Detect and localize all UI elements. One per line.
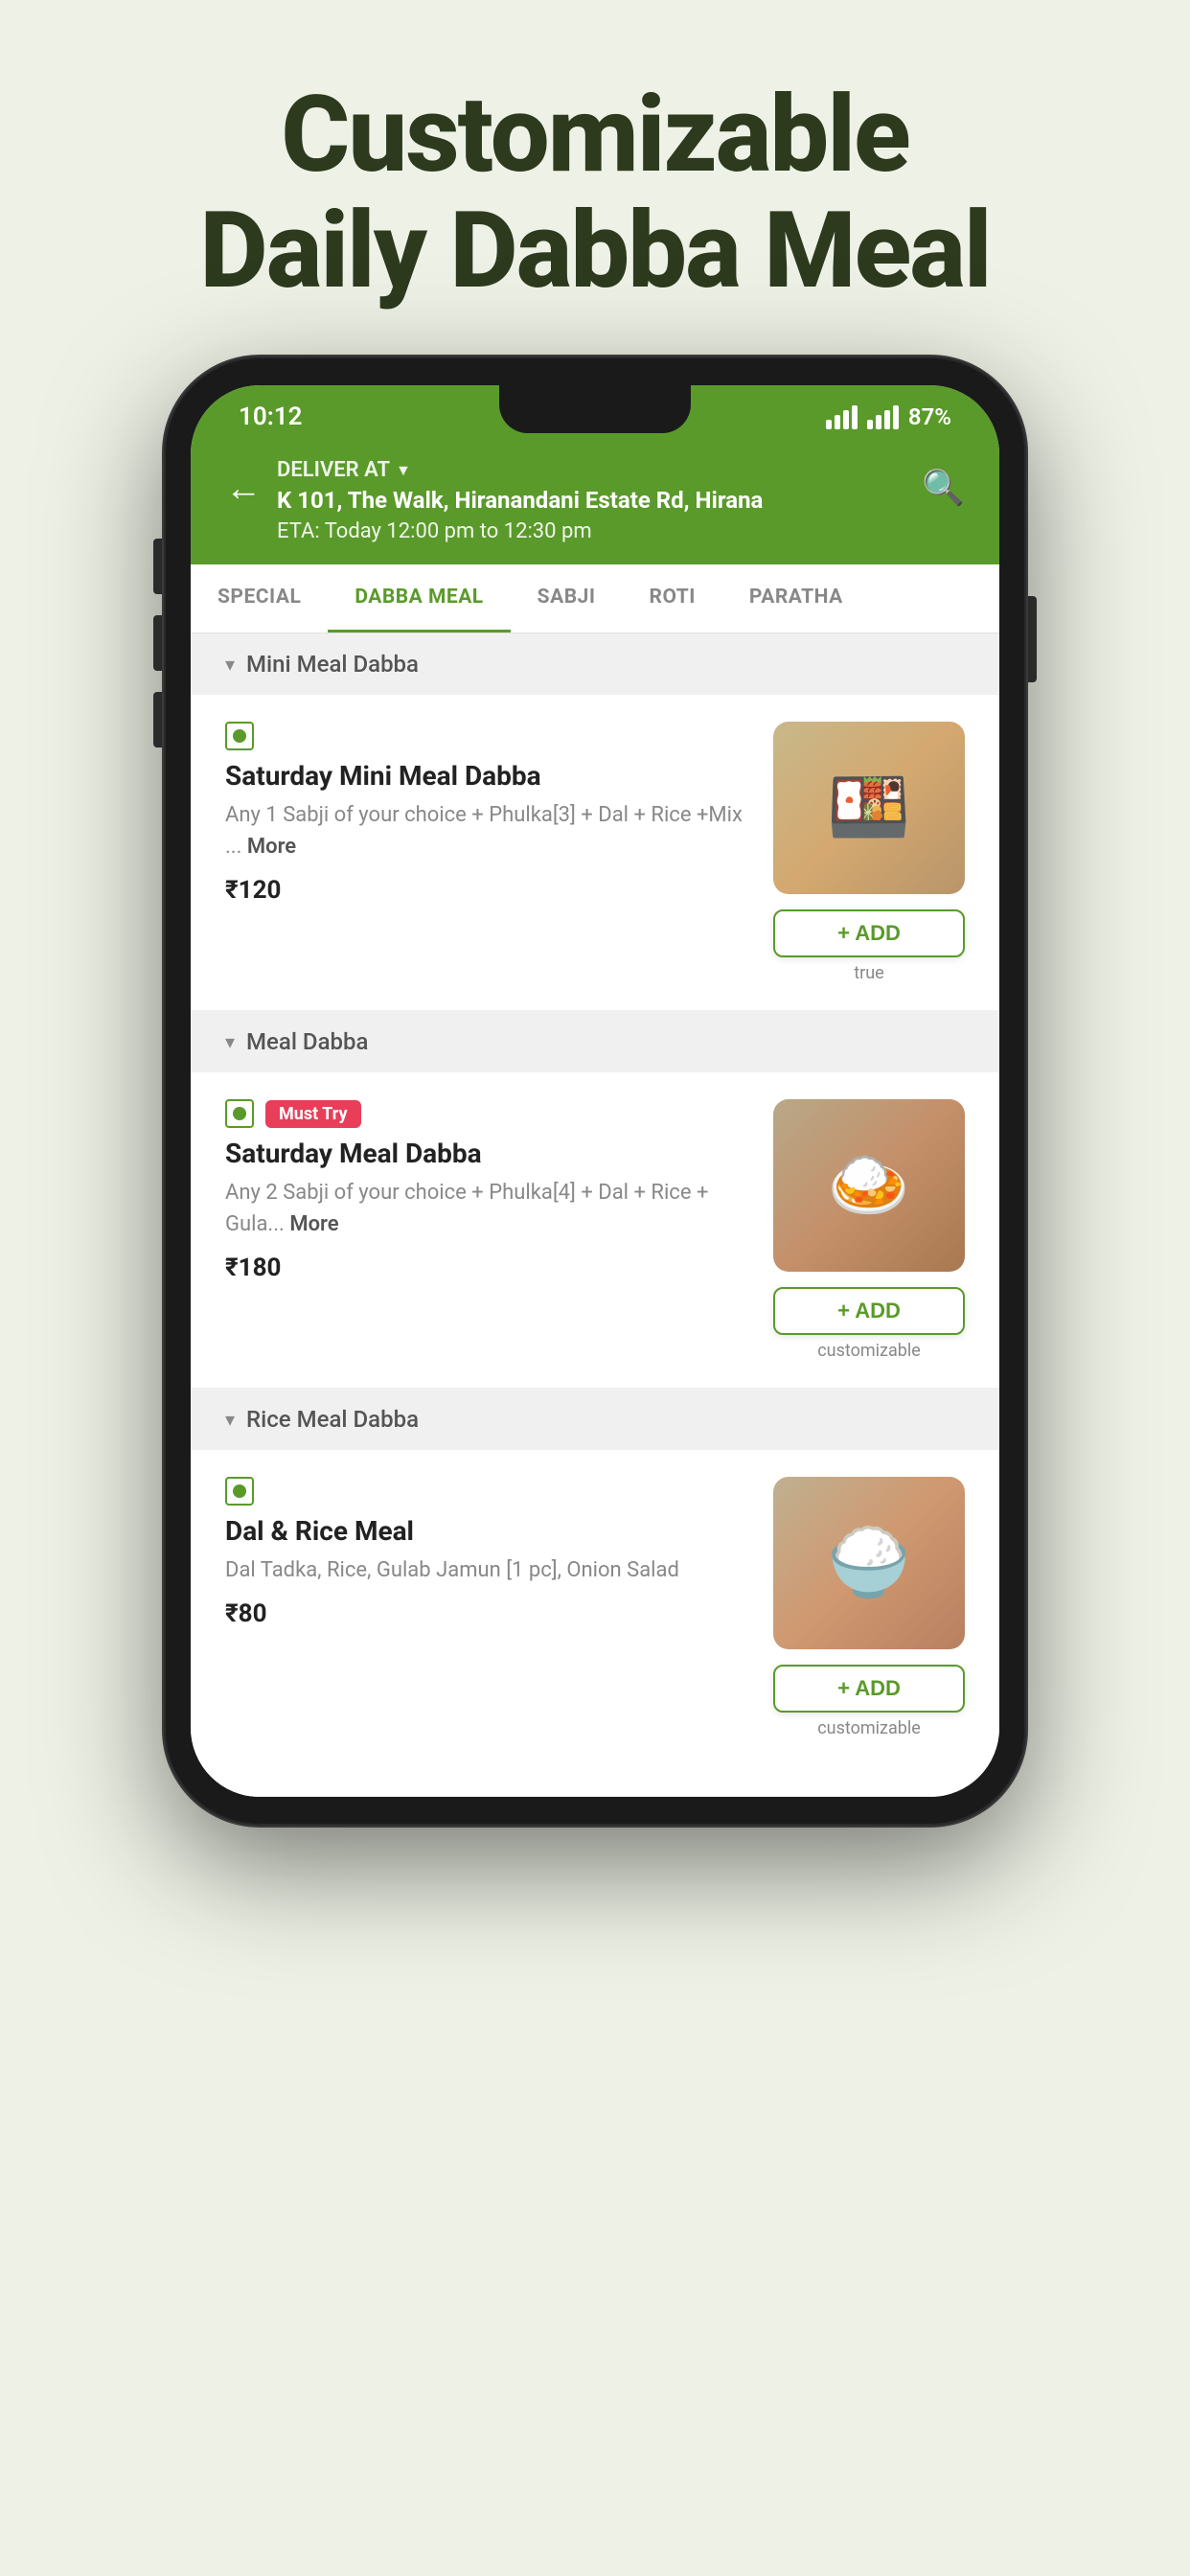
customizable-label-1: true	[773, 963, 965, 983]
dropdown-arrow-icon: ▼	[396, 461, 411, 480]
section-header-rice: ▾ Rice Meal Dabba	[191, 1389, 999, 1450]
tab-paratha[interactable]: PARATHA	[722, 564, 870, 632]
chevron-down-icon: ▾	[225, 653, 235, 676]
section-rice-meal: ▾ Rice Meal Dabba Dal & Rice Meal Dal Ta…	[191, 1389, 999, 1797]
phone-screen: 10:12 87%	[191, 385, 999, 1797]
item-details-1: Saturday Mini Meal Dabba Any 1 Sabji of …	[225, 722, 754, 983]
status-time: 10:12	[239, 402, 303, 431]
veg-indicator-2	[225, 1099, 254, 1128]
deliver-at-label: DELIVER AT ▼	[277, 458, 906, 482]
hero-title: Customizable Daily Dabba Meal	[57, 77, 1133, 309]
item-price-3: ₹80	[225, 1599, 754, 1628]
tab-bar: SPECIAL DABBA MEAL SABJI ROTI PARATHA	[191, 564, 999, 633]
item-details-2: Must Try Saturday Meal Dabba Any 2 Sabji…	[225, 1099, 754, 1361]
notch	[499, 385, 691, 433]
section-header-meal: ▾ Meal Dabba	[191, 1011, 999, 1072]
item-image-1: 🍱	[773, 722, 965, 894]
item-name-1: Saturday Mini Meal Dabba	[225, 760, 754, 792]
item-image-wrap-3: 🍚 + ADD customizable	[773, 1477, 965, 1738]
item-image-3: 🍚	[773, 1477, 965, 1649]
item-image-wrap-2: 🍛 + ADD customizable	[773, 1099, 965, 1361]
app-header: ← DELIVER AT ▼ K 101, The Walk, Hiranand…	[191, 443, 999, 564]
customizable-label-3: customizable	[773, 1718, 965, 1738]
section-title-meal: Meal Dabba	[246, 1028, 368, 1055]
menu-item-dal-rice: Dal & Rice Meal Dal Tadka, Rice, Gulab J…	[191, 1450, 999, 1797]
must-try-badge: Must Try	[265, 1100, 361, 1128]
menu-item-saturday-mini: Saturday Mini Meal Dabba Any 1 Sabji of …	[191, 695, 999, 1011]
item-price-1: ₹120	[225, 876, 754, 905]
item-price-2: ₹180	[225, 1254, 754, 1282]
item-name-2: Saturday Meal Dabba	[225, 1138, 754, 1169]
menu-item-saturday-meal: Must Try Saturday Meal Dabba Any 2 Sabji…	[191, 1072, 999, 1389]
hero-section: Customizable Daily Dabba Meal	[0, 0, 1190, 356]
item-name-3: Dal & Rice Meal	[225, 1515, 754, 1547]
add-button-1[interactable]: + ADD	[773, 909, 965, 957]
more-link-2[interactable]: More	[289, 1212, 338, 1236]
back-button[interactable]: ←	[225, 468, 262, 510]
tab-dabba-meal[interactable]: DABBA MEAL	[328, 564, 510, 632]
item-image-2: 🍛	[773, 1099, 965, 1272]
item-image-wrap-1: 🍱 + ADD true	[773, 722, 965, 983]
item-desc-1: Any 1 Sabji of your choice + Phulka[3] +…	[225, 799, 754, 862]
section-meal: ▾ Meal Dabba Must Try Saturday Meal Dabb…	[191, 1011, 999, 1389]
item-details-3: Dal & Rice Meal Dal Tadka, Rice, Gulab J…	[225, 1477, 754, 1738]
customizable-label-2: customizable	[773, 1341, 965, 1361]
veg-indicator-3	[225, 1477, 254, 1506]
item-desc-2: Any 2 Sabji of your choice + Phulka[4] +…	[225, 1177, 754, 1240]
section-title-mini: Mini Meal Dabba	[246, 651, 419, 678]
phone-frame: 10:12 87%	[164, 356, 1026, 1826]
section-mini-meal: ▾ Mini Meal Dabba Saturday Mini Meal Dab…	[191, 633, 999, 1011]
header-address: DELIVER AT ▼ K 101, The Walk, Hiranandan…	[277, 458, 906, 543]
status-bar: 10:12 87%	[191, 385, 999, 443]
item-desc-3: Dal Tadka, Rice, Gulab Jamun [1 pc], Oni…	[225, 1554, 754, 1586]
address-text: K 101, The Walk, Hiranandani Estate Rd, …	[277, 486, 906, 516]
chevron-down-icon-3: ▾	[225, 1408, 235, 1431]
section-header-mini: ▾ Mini Meal Dabba	[191, 633, 999, 695]
section-title-rice: Rice Meal Dabba	[246, 1406, 419, 1433]
add-button-2[interactable]: + ADD	[773, 1287, 965, 1335]
veg-indicator-1	[225, 722, 254, 750]
chevron-down-icon-2: ▾	[225, 1030, 235, 1053]
tab-special[interactable]: SPECIAL	[191, 564, 328, 632]
battery-level: 87%	[908, 403, 951, 430]
tab-roti[interactable]: ROTI	[623, 564, 722, 632]
add-button-3[interactable]: + ADD	[773, 1665, 965, 1713]
phone-wrapper: 10:12 87%	[164, 356, 1026, 1826]
eta-text: ETA: Today 12:00 pm to 12:30 pm	[277, 519, 906, 543]
status-icons: 87%	[826, 403, 951, 430]
more-link-1[interactable]: More	[247, 835, 296, 859]
search-icon[interactable]: 🔍	[922, 468, 965, 508]
tab-sabji[interactable]: SABJI	[511, 564, 623, 632]
